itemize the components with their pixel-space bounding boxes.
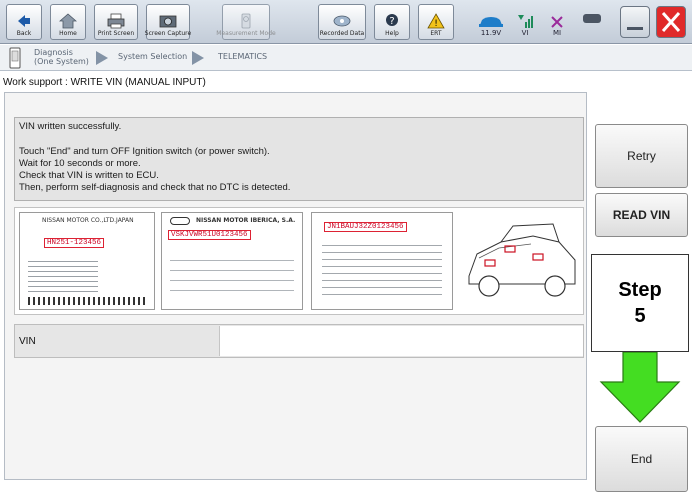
printer-icon: [107, 13, 125, 29]
mi-label: MI: [552, 29, 562, 37]
breadcrumb-item-telematics[interactable]: TELEMATICS: [218, 52, 267, 61]
print-screen-label: Print Screen: [97, 30, 135, 37]
voltage-value: 11.9V: [480, 29, 502, 37]
recorded-data-label: Recorded Data: [319, 30, 365, 37]
message-line: Wait for 10 seconds or more.: [19, 158, 141, 169]
minimize-icon: [627, 27, 643, 30]
signal-icon: [518, 15, 533, 28]
step-word: Step: [618, 279, 662, 301]
vin-label: VIN: [19, 336, 36, 347]
warning-label: ERT: [430, 30, 442, 37]
x-mark-icon: [551, 16, 563, 28]
warning-icon: !: [427, 13, 445, 29]
barcode: [28, 297, 148, 305]
green-arrow-icon: [599, 352, 681, 423]
vin-highlight: VSKJVWR51U0123456: [168, 230, 251, 240]
print-screen-button[interactable]: Print Screen: [94, 4, 138, 40]
end-label: End: [630, 452, 653, 466]
step-number: 5: [634, 305, 646, 327]
vin-highlight: JN1BAUJ32Z0123456: [324, 222, 407, 232]
home-label: Home: [59, 30, 77, 37]
warning-button[interactable]: ! ERT: [418, 4, 454, 40]
vin-plate-3: JN1BAUJ32Z0123456: [311, 212, 453, 310]
vin-plate-iberica: NISSAN MOTOR IBERICA, S.A. VSKJVWR51U012…: [161, 212, 303, 310]
plate-text-lines: [322, 239, 442, 301]
vehicle-illustration: [468, 223, 576, 297]
camera-icon: [159, 15, 177, 28]
retry-button[interactable]: Retry: [595, 124, 688, 188]
vin-plate-japan: NISSAN MOTOR CO.,LTD.JAPAN HN251-123456: [19, 212, 155, 310]
help-button[interactable]: ? Help: [374, 4, 410, 40]
car-icon: [479, 17, 503, 27]
svg-text:!: !: [434, 19, 438, 29]
message-line: VIN written successfully.: [19, 121, 122, 132]
minimize-button[interactable]: [620, 6, 650, 38]
recorded-data-icon: [333, 15, 351, 27]
screen-capture-label: Screen Capture: [144, 30, 192, 37]
vi-label: VI: [521, 29, 529, 37]
help-label: Help: [385, 30, 399, 37]
measurement-mode-button[interactable]: Measurement Mode: [216, 4, 276, 40]
plate-maker-text: NISSAN MOTOR CO.,LTD.JAPAN: [42, 217, 134, 224]
message-line: Then, perform self-diagnosis and check t…: [19, 182, 291, 193]
nissan-logo: [170, 217, 190, 225]
step-annotation: Step 5: [591, 254, 689, 352]
close-button[interactable]: [656, 6, 686, 38]
recorded-data-button[interactable]: Recorded Data: [318, 4, 366, 40]
breadcrumb-item-diagnosis[interactable]: Diagnosis (One System): [34, 48, 90, 66]
breadcrumb-arrow-icon: [192, 51, 204, 65]
connector-icon: [583, 14, 601, 23]
breadcrumb-item-system-selection[interactable]: System Selection: [118, 52, 187, 61]
toolbar: Back Home Print Screen Screen Capture Me…: [0, 0, 692, 44]
page-title: Work support : WRITE VIN (MANUAL INPUT): [3, 77, 206, 88]
measurement-icon: [241, 13, 251, 29]
breadcrumb-arrow-icon: [96, 51, 108, 65]
svg-text:?: ?: [389, 16, 394, 27]
plate-text-lines: [170, 251, 294, 291]
back-label: Back: [16, 30, 32, 37]
vin-value-field: [219, 326, 583, 356]
screen-capture-button[interactable]: Screen Capture: [144, 4, 192, 40]
read-vin-button[interactable]: READ VIN: [595, 193, 688, 237]
retry-label: Retry: [627, 149, 656, 163]
close-icon: [661, 12, 681, 32]
plate-maker-text: NISSAN MOTOR IBERICA, S.A.: [196, 217, 296, 224]
end-button[interactable]: End: [595, 426, 688, 492]
vin-row: VIN: [14, 324, 584, 358]
home-icon: [59, 13, 77, 29]
mi-status: MI: [542, 4, 572, 40]
message-box: VIN written successfully. Touch "End" an…: [14, 117, 584, 201]
vin-highlight: HN251-123456: [44, 238, 105, 248]
back-button[interactable]: Back: [6, 4, 42, 40]
measurement-mode-label: Measurement Mode: [216, 30, 276, 37]
read-vin-label: READ VIN: [612, 208, 671, 222]
message-line: Check that VIN is written to ECU.: [19, 170, 159, 181]
breadcrumb: Diagnosis (One System) System Selection …: [0, 45, 692, 71]
back-arrow-icon: [18, 15, 30, 27]
plate-text-lines: [28, 257, 98, 293]
home-button[interactable]: Home: [50, 4, 86, 40]
ecu-icon: [9, 47, 21, 69]
battery-voltage-status: 11.9V: [474, 4, 508, 40]
message-line: Touch "End" and turn OFF Ignition switch…: [19, 146, 270, 157]
vi-status: VI: [510, 4, 540, 40]
vin-location-image: NISSAN MOTOR CO.,LTD.JAPAN HN251-123456 …: [14, 207, 584, 315]
help-icon: ?: [386, 14, 398, 27]
